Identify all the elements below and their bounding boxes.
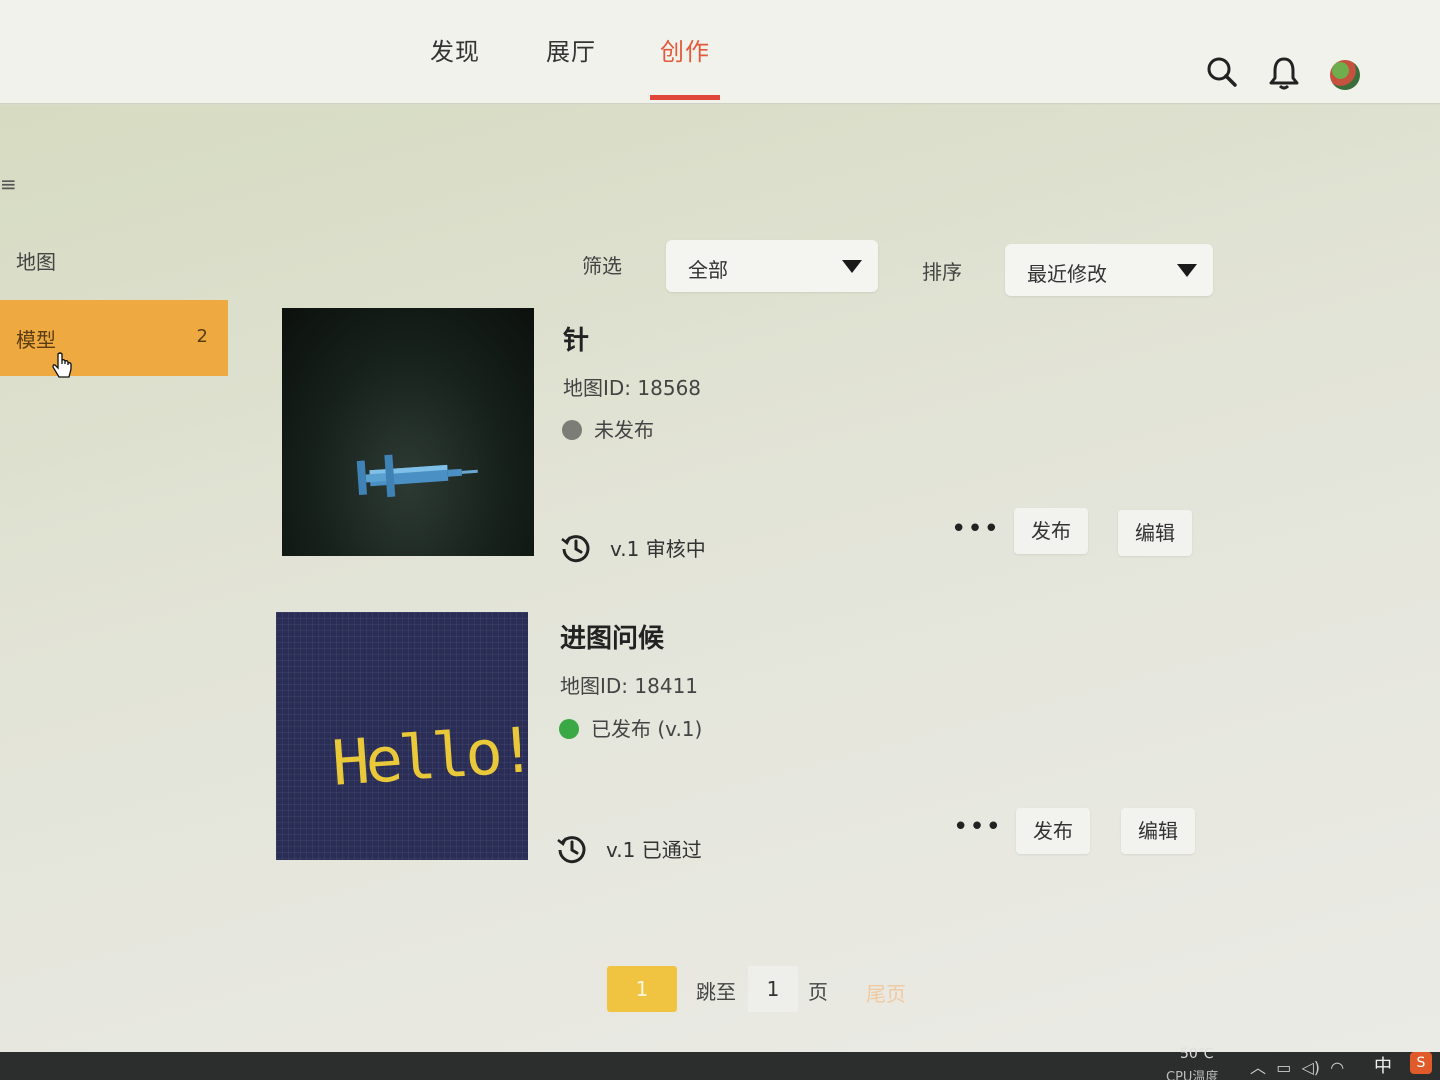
sidebar-item-label: 地图 [16,250,56,274]
edit-button[interactable]: 编辑 [1118,510,1192,556]
item-title[interactable]: 针 [563,320,589,357]
hello-image-text: Hello! [329,713,528,800]
menu-icon[interactable]: ≡ [0,172,17,196]
version-text: v.1 审核中 [610,537,706,561]
sidebar-item-map[interactable]: 地图 [0,222,228,298]
item-map-id: 地图ID: 18568 [563,376,702,400]
filter-select[interactable]: 全部 [666,240,878,292]
status-dot-icon [559,719,579,739]
syringe-image[interactable] [282,308,534,556]
page-button-current[interactable]: 1 [607,966,677,1012]
sort-label: 排序 [922,260,962,284]
tab-discover[interactable]: 发现 [430,32,480,67]
page-unit-label: 页 [808,980,828,1004]
tab-create[interactable]: 创作 [660,32,710,67]
version-info: v.1 已通过 [556,833,702,870]
chevron-down-icon [842,260,862,273]
cpu-temp-value: 50℃ [1180,1046,1214,1062]
filter-select-value: 全部 [688,258,728,282]
tab-gallery[interactable]: 展厅 [546,32,596,67]
volume-icon[interactable]: ◁) [1301,1058,1320,1077]
filter-label: 筛选 [582,254,622,278]
status-text: 已发布 (v.1) [591,717,703,741]
more-options-icon[interactable]: ••• [951,514,1000,544]
chevron-down-icon [1177,264,1197,277]
publish-button[interactable]: 发布 [1016,808,1090,854]
search-icon[interactable] [1206,56,1238,92]
history-icon[interactable] [556,833,588,870]
status-text: 未发布 [594,418,654,442]
version-info: v.1 审核中 [560,532,706,569]
hello-pixel-image[interactable]: Hello! [276,612,528,860]
sidebar-item-count: 2 [196,326,208,347]
sort-select-value: 最近修改 [1027,262,1107,286]
battery-icon[interactable]: ▭ [1276,1058,1291,1077]
page-jump-input[interactable]: 1 [748,966,798,1012]
ime-indicator[interactable]: 中 [1374,1052,1392,1078]
taskbar [0,1052,1440,1080]
status-dot-icon [562,420,582,440]
sort-select[interactable]: 最近修改 [1005,244,1213,296]
jump-to-label: 跳至 [696,980,736,1004]
tray-icons[interactable]: ︿ ▭ ◁) ◠ [1250,1054,1344,1078]
status-badge: 未发布 [562,414,654,443]
cpu-temp-label: CPU温度 [1166,1070,1219,1080]
top-nav: 发现 展厅 创作 [0,0,1440,104]
last-page-link[interactable]: 尾页 [866,978,906,1007]
sogou-logo-icon[interactable]: S [1410,1052,1432,1074]
wifi-icon[interactable]: ◠ [1330,1058,1344,1077]
edit-button[interactable]: 编辑 [1121,808,1195,854]
sidebar-item-model[interactable]: 模型 2 [0,300,228,376]
version-text: v.1 已通过 [606,838,702,862]
avatar[interactable] [1330,60,1360,90]
item-map-id: 地图ID: 18411 [560,674,699,698]
chevron-up-icon[interactable]: ︿ [1250,1058,1266,1077]
item-title[interactable]: 进图问候 [560,618,664,655]
active-tab-indicator [650,95,720,100]
bell-icon[interactable] [1268,56,1300,94]
more-options-icon[interactable]: ••• [953,812,1002,842]
sidebar-item-label: 模型 [16,328,56,352]
publish-button[interactable]: 发布 [1014,508,1088,554]
hand-cursor-icon [52,352,74,386]
history-icon[interactable] [560,532,592,569]
status-badge: 已发布 (v.1) [559,713,702,742]
